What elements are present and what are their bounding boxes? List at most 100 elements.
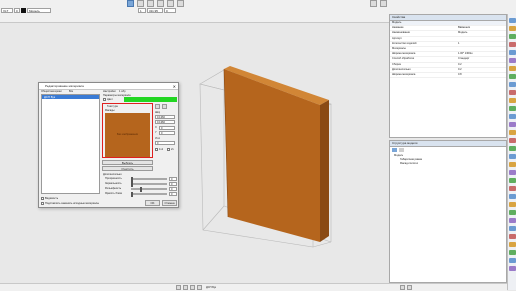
tree-item-frame[interactable]: Габаритная рамка (400, 158, 422, 161)
tab-all[interactable]: Все (69, 90, 73, 93)
zoom-icon[interactable] (147, 0, 154, 7)
slider-value[interactable]: 0 (169, 192, 177, 196)
slider-thumb[interactable] (140, 187, 142, 192)
tool-icon[interactable] (509, 194, 516, 199)
tool-icon[interactable] (509, 154, 516, 159)
rotate-icon[interactable] (137, 0, 144, 7)
tool-icon[interactable] (509, 74, 516, 79)
grid-icon[interactable] (176, 285, 181, 290)
slider-thumb[interactable] (131, 192, 133, 197)
mode-value[interactable]: 0 (14, 8, 20, 13)
pan-icon[interactable] (157, 0, 164, 7)
tool-icon[interactable] (509, 162, 516, 167)
color-swatch[interactable] (124, 97, 177, 102)
material-select[interactable]: Модель (27, 8, 51, 13)
width-field[interactable]: 0.1360 (155, 115, 175, 119)
x-label: X (155, 126, 157, 129)
tool-icon[interactable] (509, 138, 516, 143)
tile-checkbox[interactable] (155, 148, 158, 151)
coord-field-a[interactable]: 1 (138, 8, 146, 13)
tree-item-model[interactable]: Модель (394, 154, 403, 157)
coord-field-c[interactable]: 0 (164, 8, 176, 13)
layers-icon[interactable] (370, 0, 377, 7)
material-list[interactable]: ДСП Бук (41, 94, 100, 194)
ok-button[interactable]: OK (145, 200, 160, 206)
properties-panel: Свойства Модель Название Ввёжения Наимено… (389, 14, 507, 138)
tool-icon[interactable] (509, 250, 516, 255)
tile-checkbox-b[interactable] (167, 148, 170, 151)
visibility-label: Видимость (45, 197, 59, 200)
tool-icon[interactable] (509, 26, 516, 31)
tool-icon[interactable] (509, 242, 516, 247)
x-field[interactable]: 0 (159, 126, 175, 130)
wood-panel (223, 66, 329, 242)
choose-button[interactable]: Выбрать (102, 160, 153, 165)
tool-icon[interactable] (509, 226, 516, 231)
tool-icon[interactable] (509, 178, 516, 183)
view-icon[interactable] (167, 0, 174, 7)
mode-field[interactable]: XLT (1, 8, 13, 13)
specular-slider[interactable] (131, 183, 167, 185)
slider-value[interactable]: 0 (169, 182, 177, 186)
tool-icon[interactable] (509, 130, 516, 135)
tool-icon[interactable] (509, 218, 516, 223)
slider-thumb[interactable] (131, 182, 133, 187)
tool-icon[interactable] (509, 186, 516, 191)
prop-row[interactable]: Ширина материала 0.8 (390, 73, 506, 79)
visibility-checkbox[interactable] (41, 197, 44, 200)
transparency-slider[interactable] (131, 178, 167, 180)
snap-icon[interactable] (380, 0, 387, 7)
tool-icon[interactable] (509, 98, 516, 103)
tool-icon[interactable] (509, 170, 516, 175)
relief-slider[interactable] (131, 188, 167, 190)
tool-icon[interactable] (509, 66, 516, 71)
slider-label: Зеркальность (105, 182, 122, 185)
tool-icon[interactable] (509, 146, 516, 151)
tool-icon[interactable] (509, 106, 516, 111)
tool-icon[interactable] (509, 266, 516, 271)
tab-general[interactable]: Общий материал (41, 90, 62, 93)
tool-icon[interactable] (509, 82, 516, 87)
height-field[interactable]: 0.1360 (155, 120, 175, 124)
slider-value[interactable]: 0 (169, 187, 177, 191)
tool-icon[interactable] (509, 210, 516, 215)
tool-icon[interactable] (509, 122, 516, 127)
select-icon[interactable] (127, 0, 134, 7)
tool-icon[interactable] (509, 234, 516, 239)
open-icon[interactable] (155, 104, 160, 109)
tool-icon[interactable] (509, 90, 516, 95)
snap-icon[interactable] (183, 285, 188, 290)
tool-icon[interactable] (509, 50, 516, 55)
replace-checkbox[interactable] (41, 202, 44, 205)
layers-icon[interactable] (197, 285, 202, 290)
texture-group: Текстура Фасады Без изображения (102, 103, 153, 158)
close-icon[interactable]: ✕ (173, 84, 176, 89)
ortho-icon[interactable] (190, 285, 195, 290)
tool-icon[interactable] (509, 34, 516, 39)
clear-button[interactable]: Очистить (102, 166, 153, 171)
tool-icon[interactable] (509, 42, 516, 47)
y-field[interactable]: 0 (159, 131, 175, 135)
lock-icon[interactable] (400, 285, 405, 290)
highlight-slider[interactable] (131, 193, 167, 195)
slider-label: Прозрачность (105, 177, 122, 180)
tool-icon[interactable] (509, 114, 516, 119)
measure-icon[interactable] (177, 0, 184, 7)
angle-field[interactable]: 0 (155, 141, 175, 145)
tool-icon[interactable] (509, 58, 516, 63)
cancel-button[interactable]: Отмена (162, 200, 177, 206)
coord-field-b[interactable]: 311.95 (147, 8, 163, 13)
tool-icon[interactable] (509, 18, 516, 23)
tree-filter-icon[interactable] (399, 148, 404, 152)
color-radio[interactable] (103, 98, 106, 101)
tool-icon[interactable] (509, 202, 516, 207)
texture-preview[interactable]: Без изображения (105, 113, 150, 157)
tree-toolbar-icon[interactable] (392, 148, 397, 152)
color-swatch[interactable] (21, 8, 26, 13)
slider-value[interactable]: 0 (169, 177, 177, 181)
delete-icon[interactable] (162, 104, 167, 109)
tool-icon[interactable] (509, 258, 516, 263)
list-item[interactable]: ДСП Бук (42, 95, 99, 99)
view-icon[interactable] (407, 285, 412, 290)
tree-item-panel[interactable]: Фасад-полотно (400, 162, 418, 165)
